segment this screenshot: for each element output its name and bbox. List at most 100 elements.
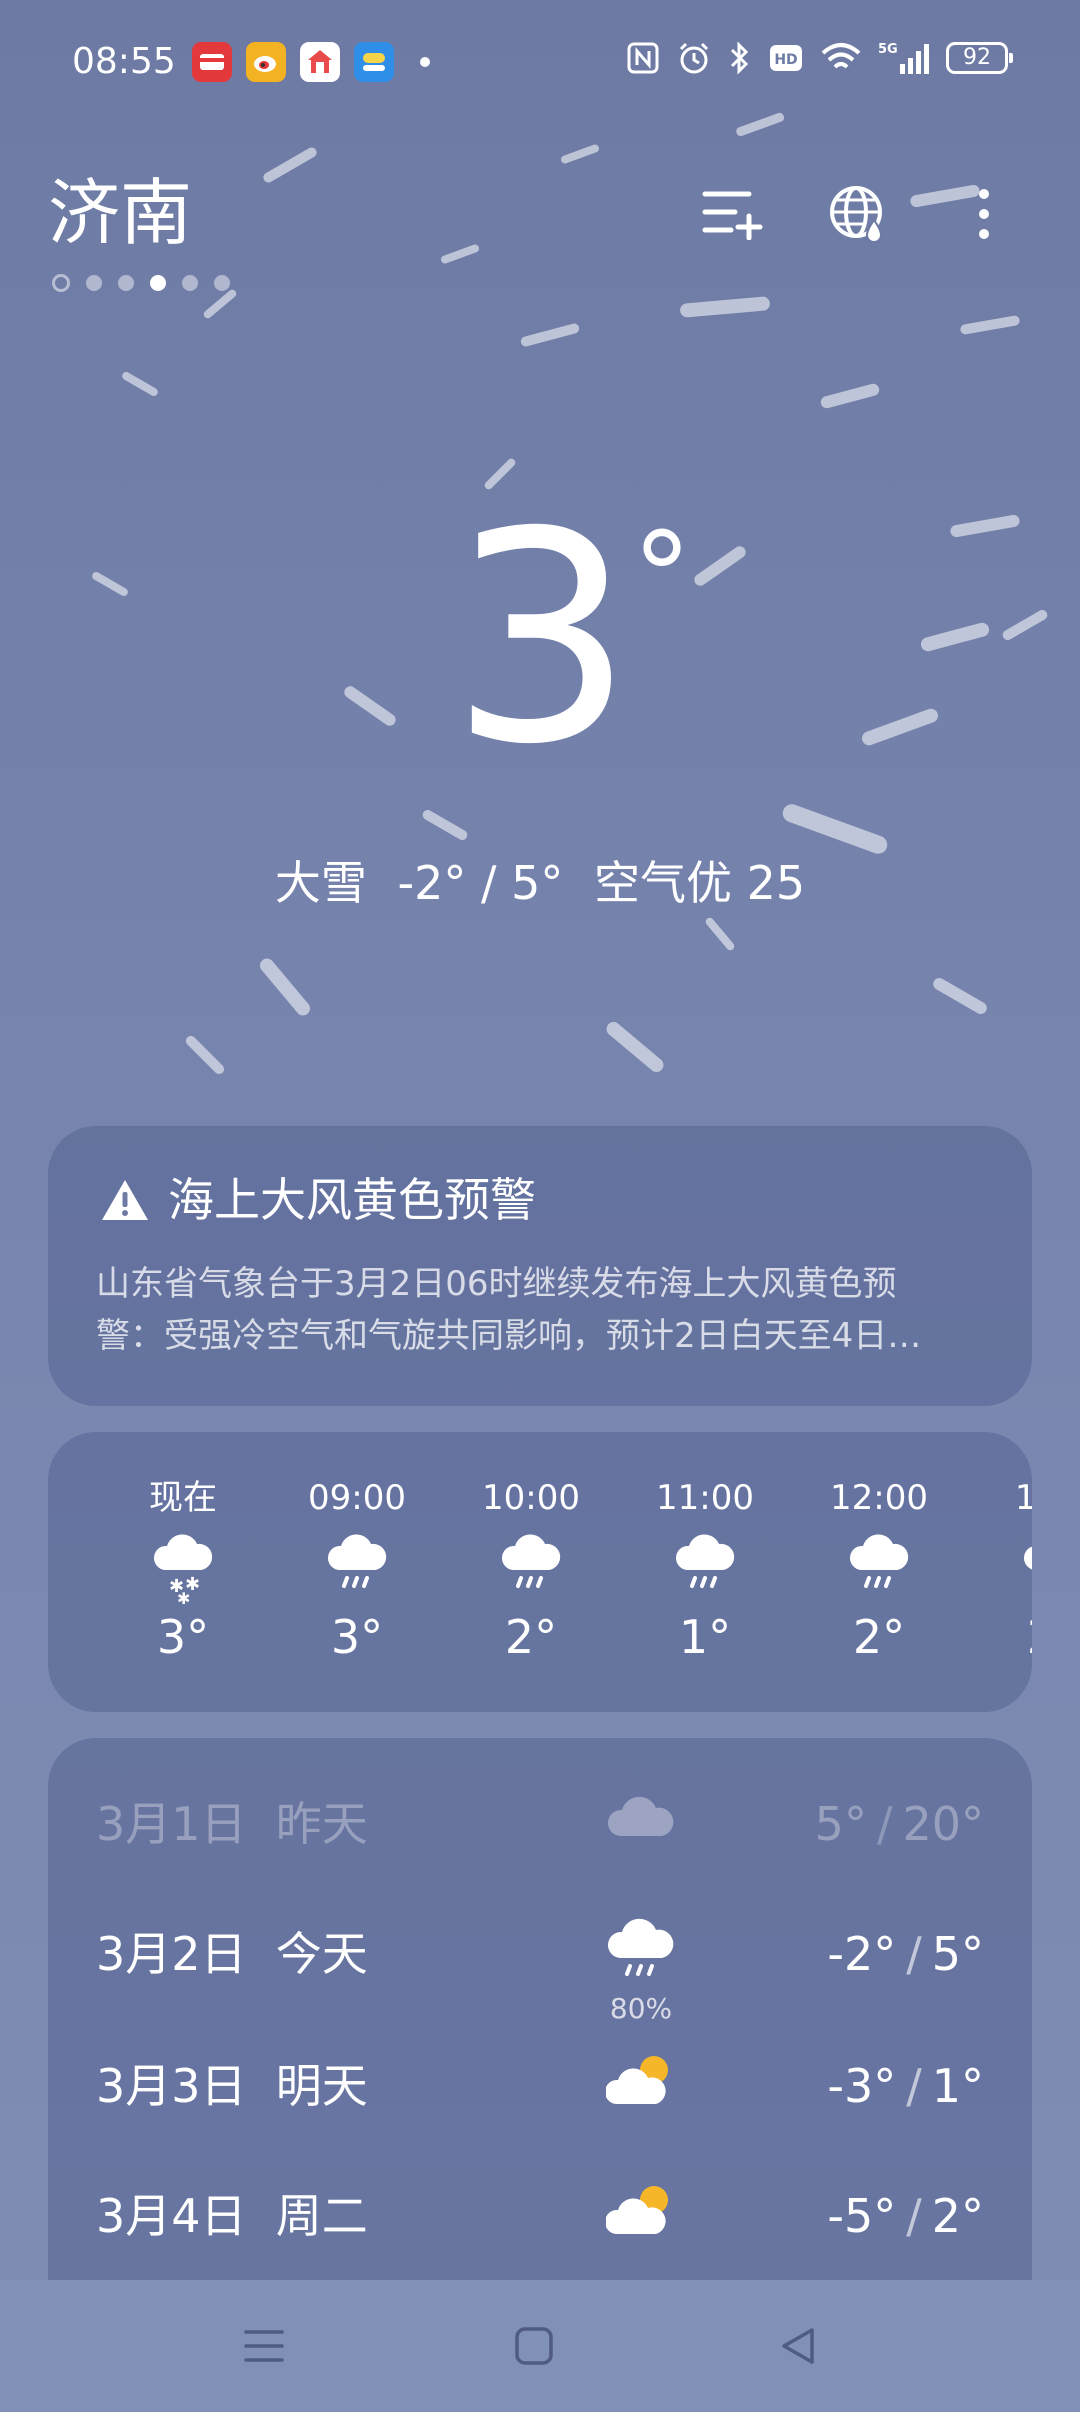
globe-droplet-icon	[830, 186, 883, 243]
hour-time: 09:00	[308, 1478, 406, 1518]
hourly-item: 12:00 2°	[792, 1476, 966, 1666]
day-low-temperature: -5°	[827, 2189, 897, 2243]
current-temperature-value: 3	[449, 471, 635, 808]
recent-apps-button[interactable]	[228, 2310, 300, 2382]
rain-cloud-icon	[1024, 1546, 1032, 1570]
snow-cloud-icon: ✱ ✱ ✱	[153, 1534, 213, 1606]
day-date: 3月4日 周二	[96, 2188, 368, 2244]
hour-temperature: 2°	[1027, 1608, 1032, 1666]
alert-title: 海上大风黄色预警	[168, 1173, 536, 1227]
yunshanfu-app-icon	[192, 42, 232, 82]
status-bar: 08:55 HD 5G 92	[0, 0, 1080, 126]
partly-cloudy-icon	[606, 2056, 668, 2104]
hour-time: 12:00	[830, 1478, 928, 1518]
day-temperature-range: -3°/1°	[827, 2059, 984, 2113]
more-notifications-dot	[420, 57, 430, 67]
hourly-forecast-list[interactable]: 现在 ✱ ✱ ✱ 3° 09:00 3° 10:00 2° 11:00 1° 1…	[48, 1476, 1032, 1666]
day-label: 明天	[275, 2059, 368, 2113]
alert-description-line: 警：受强冷空气和气旋共同影响，预计2日白天至4日…	[96, 1316, 922, 1356]
hd-icon: HD	[770, 45, 802, 71]
notification-app-icons	[192, 42, 430, 82]
day-date-value: 3月2日	[96, 1927, 247, 1981]
hour-temperature: 3°	[330, 1610, 384, 1664]
day-date: 3月3日 明天	[96, 2058, 368, 2114]
air-quality[interactable]: 空气优 25	[594, 856, 805, 910]
hourly-item: 09:00 3°	[270, 1476, 444, 1666]
back-button[interactable]	[762, 2310, 834, 2382]
rain-cloud-icon	[327, 1534, 387, 1588]
page-dot	[118, 275, 134, 291]
day-high-temperature: 1°	[931, 2059, 984, 2113]
daily-forecast-card[interactable]: 3月1日 昨天 5°/20° 3月2日 今天 80% -2°/5° 3月3日 明…	[48, 1738, 1032, 2280]
location-page-dot	[52, 274, 70, 292]
hour-temperature: 2°	[504, 1610, 558, 1664]
precipitation-probability: 80%	[609, 1992, 673, 2025]
day-temperature-range: -5°/2°	[827, 2189, 984, 2243]
hour-time: 13:0	[1014, 1478, 1032, 1518]
home-button[interactable]	[498, 2310, 570, 2382]
daily-item-today[interactable]: 3月2日 今天 80% -2°/5°	[96, 1904, 984, 2025]
page-dot	[86, 275, 102, 291]
manage-cities-button[interactable]	[692, 174, 772, 254]
menu-icon	[244, 2330, 284, 2362]
day-date-value: 3月3日	[96, 2059, 247, 2113]
day-low-temperature: -3°	[827, 2059, 897, 2113]
hourly-item: 11:00 1°	[618, 1476, 792, 1666]
status-time: 08:55	[72, 41, 176, 82]
day-temperature-range: 5°/20°	[814, 1797, 984, 1851]
city-page-indicator	[52, 274, 230, 292]
alert-description-line: 山东省气象台于3月2日06时继续发布海上大风黄色预	[96, 1264, 897, 1304]
more-vertical-icon	[979, 189, 989, 239]
svg-text:5G: 5G	[878, 42, 898, 57]
battery-level: 92	[963, 45, 991, 70]
store-app-icon	[300, 42, 340, 82]
warning-icon	[102, 1180, 148, 1220]
bluetooth-icon	[730, 41, 749, 75]
day-date-value: 3月4日	[96, 2189, 247, 2243]
day-label: 昨天	[275, 1797, 368, 1851]
global-weather-button[interactable]	[818, 174, 898, 254]
rain-cloud-icon	[501, 1534, 561, 1588]
alert-title-row: 海上大风黄色预警	[100, 1170, 536, 1230]
weather-alert-card[interactable]: 海上大风黄色预警 山东省气象台于3月2日06时继续发布海上大风黄色预 警：受强冷…	[48, 1126, 1032, 1406]
nfc-icon	[627, 42, 659, 74]
weather-condition: 大雪	[274, 856, 367, 910]
square-icon	[515, 2327, 553, 2365]
more-options-button[interactable]	[944, 174, 1024, 254]
day-low-temperature: 5°	[814, 1797, 867, 1851]
day-temperature-range: -2°/5°	[827, 1927, 984, 1981]
system-navigation-bar	[0, 2280, 1080, 2412]
weather-summary: 大雪 -2° / 5° 空气优 25	[0, 850, 1080, 916]
daily-item-day4[interactable]: 3月4日 周二 -5°/2°	[96, 2166, 984, 2266]
hour-time: 10:00	[482, 1478, 580, 1518]
wifi-icon	[821, 43, 861, 69]
daily-item-tomorrow[interactable]: 3月3日 明天 -3°/1°	[96, 2036, 984, 2136]
daily-item-yesterday[interactable]: 3月1日 昨天 5°/20°	[96, 1774, 984, 1874]
hour-time: 现在	[149, 1478, 217, 1518]
day-date-value: 3月1日	[96, 1797, 247, 1851]
day-date: 3月2日 今天	[96, 1926, 368, 1982]
cellular-5g-icon: 5G	[878, 42, 929, 74]
rain-cloud-icon	[849, 1534, 909, 1588]
weibo-app-icon	[246, 42, 286, 82]
day-label: 周二	[275, 2189, 368, 2243]
city-name[interactable]: 济南	[48, 168, 192, 258]
hour-temperature: 2°	[852, 1610, 906, 1664]
page-dot	[214, 275, 230, 291]
temperature-unit: °	[632, 508, 692, 647]
system-status-icons: HD 5G 92	[626, 40, 1013, 76]
current-temperature: 3 °	[0, 490, 1080, 790]
page-dot-active	[150, 275, 166, 291]
hour-temperature: 3°	[156, 1610, 210, 1664]
list-add-icon	[702, 191, 763, 240]
day-high-temperature: 5°	[931, 1927, 984, 1981]
hello-app-icon	[354, 42, 394, 82]
page-dot	[182, 275, 198, 291]
battery-indicator: 92	[946, 42, 1013, 74]
hourly-forecast-card[interactable]: 现在 ✱ ✱ ✱ 3° 09:00 3° 10:00 2° 11:00 1° 1…	[48, 1432, 1032, 1712]
rain-cloud-icon	[607, 1918, 674, 1976]
cloud-icon	[607, 1796, 674, 1836]
hour-time: 11:00	[656, 1478, 754, 1518]
hour-temperature: 1°	[678, 1610, 732, 1664]
day-low-temperature: -2°	[827, 1927, 897, 1981]
